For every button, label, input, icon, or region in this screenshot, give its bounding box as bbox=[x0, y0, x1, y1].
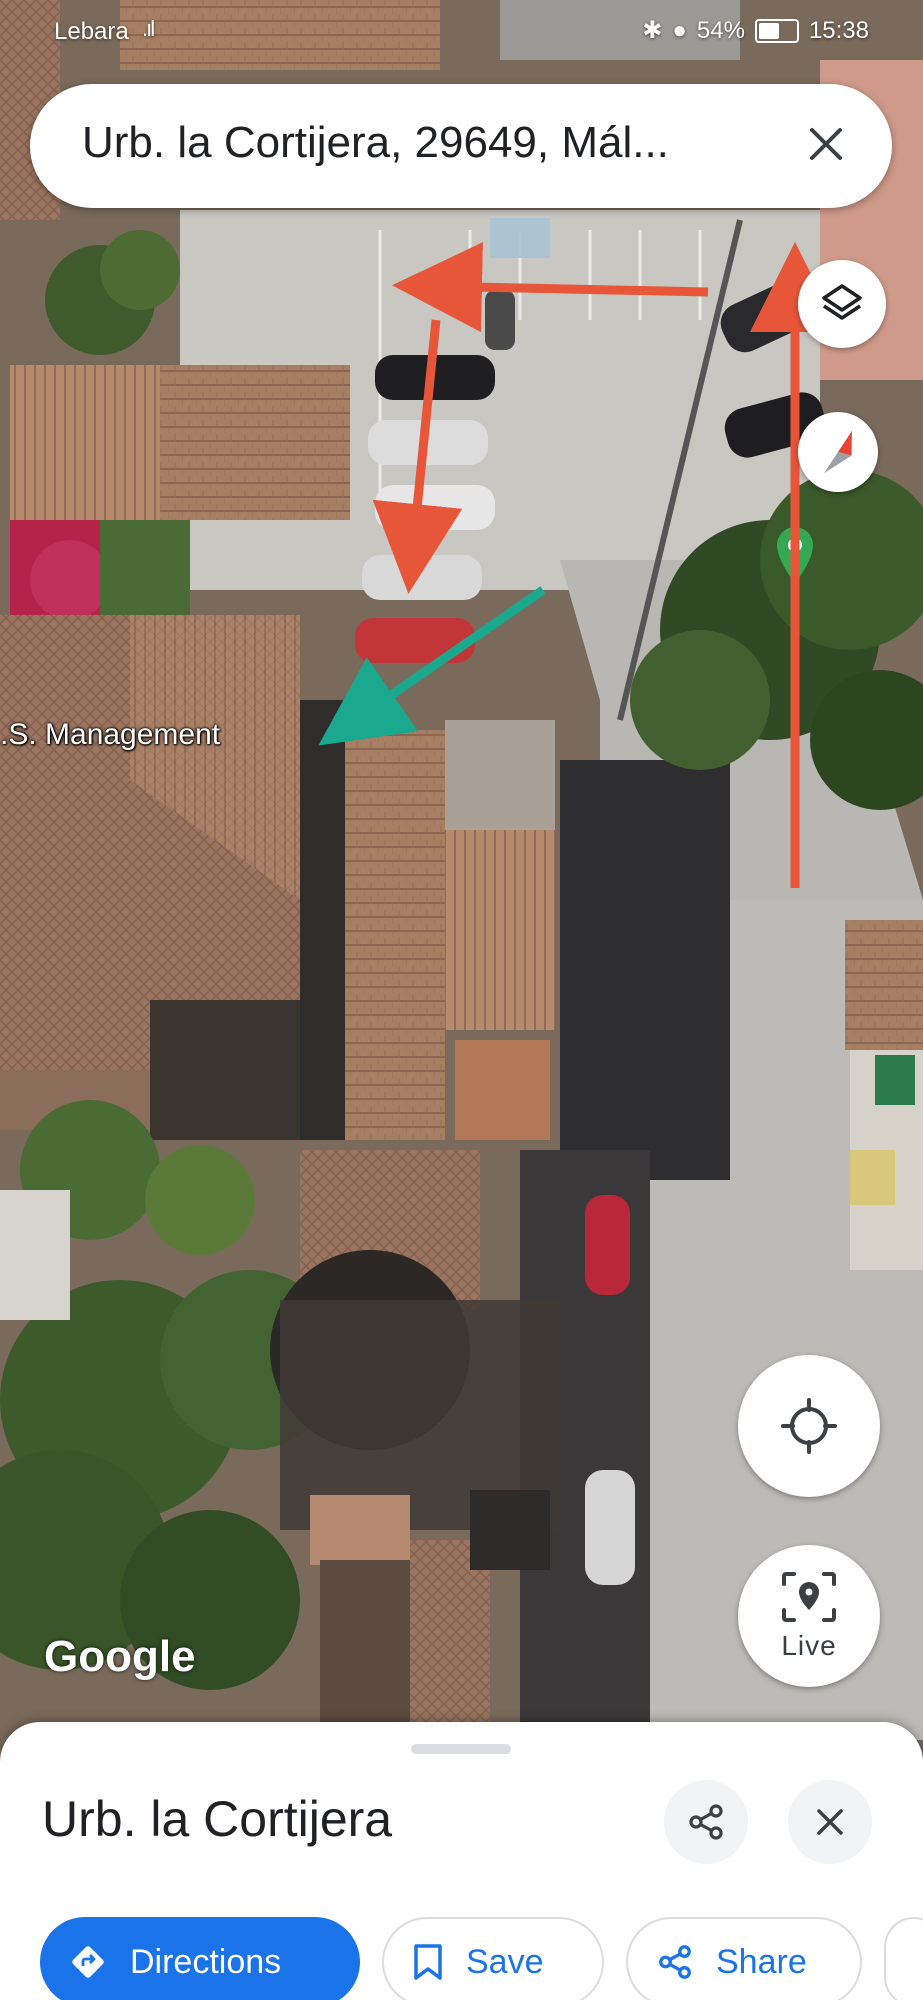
carrier-name: Lebara bbox=[54, 18, 129, 45]
compass-icon bbox=[824, 430, 852, 474]
map-place-label[interactable]: .S. Management bbox=[0, 718, 220, 752]
status-right-group: ✱ ● 54% 15:38 bbox=[642, 16, 869, 45]
share-icon bbox=[656, 1942, 694, 1982]
sheet-drag-handle[interactable] bbox=[411, 1744, 511, 1754]
directions-icon bbox=[68, 1942, 108, 1982]
close-icon bbox=[810, 128, 842, 160]
search-query[interactable]: Urb. la Cortijera, 29649, Mál... bbox=[82, 118, 669, 168]
close-icon bbox=[817, 1809, 843, 1835]
live-view-button[interactable]: Live bbox=[738, 1545, 880, 1687]
clock: 15:38 bbox=[808, 16, 869, 44]
clear-search-button[interactable] bbox=[796, 114, 856, 174]
battery-icon bbox=[754, 18, 799, 43]
status-bar: Lebara .ıl ✱ ● 54% 15:38 bbox=[0, 0, 923, 64]
layers-icon bbox=[822, 284, 862, 320]
satellite-map[interactable] bbox=[0, 0, 923, 2000]
search-bar[interactable]: Urb. la Cortijera, 29649, Mál... bbox=[30, 84, 892, 208]
signal-icon: .ıl bbox=[142, 16, 155, 41]
google-attribution: Google bbox=[44, 1632, 196, 1681]
more-actions-button[interactable] bbox=[884, 1917, 923, 2000]
share-button[interactable]: Share bbox=[626, 1917, 862, 2000]
live-view-icon bbox=[782, 1572, 836, 1622]
close-sheet-button[interactable] bbox=[788, 1780, 872, 1864]
compass-button[interactable] bbox=[798, 412, 878, 492]
my-location-button[interactable] bbox=[738, 1355, 880, 1497]
bookmark-icon bbox=[412, 1942, 444, 1982]
layers-button[interactable] bbox=[798, 260, 886, 348]
battery-percent: 54% bbox=[696, 16, 745, 44]
place-title: Urb. la Cortijera bbox=[42, 1791, 393, 1847]
share-icon-button[interactable] bbox=[664, 1780, 748, 1864]
save-label: Save bbox=[466, 1942, 544, 1981]
directions-label: Directions bbox=[130, 1942, 282, 1981]
save-button[interactable]: Save bbox=[382, 1917, 604, 2000]
share-label: Share bbox=[716, 1942, 807, 1981]
location-icon: ● bbox=[672, 16, 687, 44]
crosshair-icon bbox=[781, 1398, 837, 1454]
directions-button[interactable]: Directions bbox=[40, 1917, 360, 2000]
share-icon bbox=[689, 1804, 723, 1840]
place-bottom-sheet[interactable]: Urb. la Cortijera Directions Save Share bbox=[0, 1722, 923, 2000]
maps-app-screen: .S. Management Google Lebara .ıl ✱ ● 54%… bbox=[0, 0, 923, 2000]
bluetooth-icon: ✱ bbox=[642, 17, 663, 44]
route-arrow-left bbox=[392, 242, 709, 333]
live-label: Live bbox=[781, 1630, 837, 1661]
action-button-row: Directions Save Share bbox=[40, 1917, 923, 2000]
